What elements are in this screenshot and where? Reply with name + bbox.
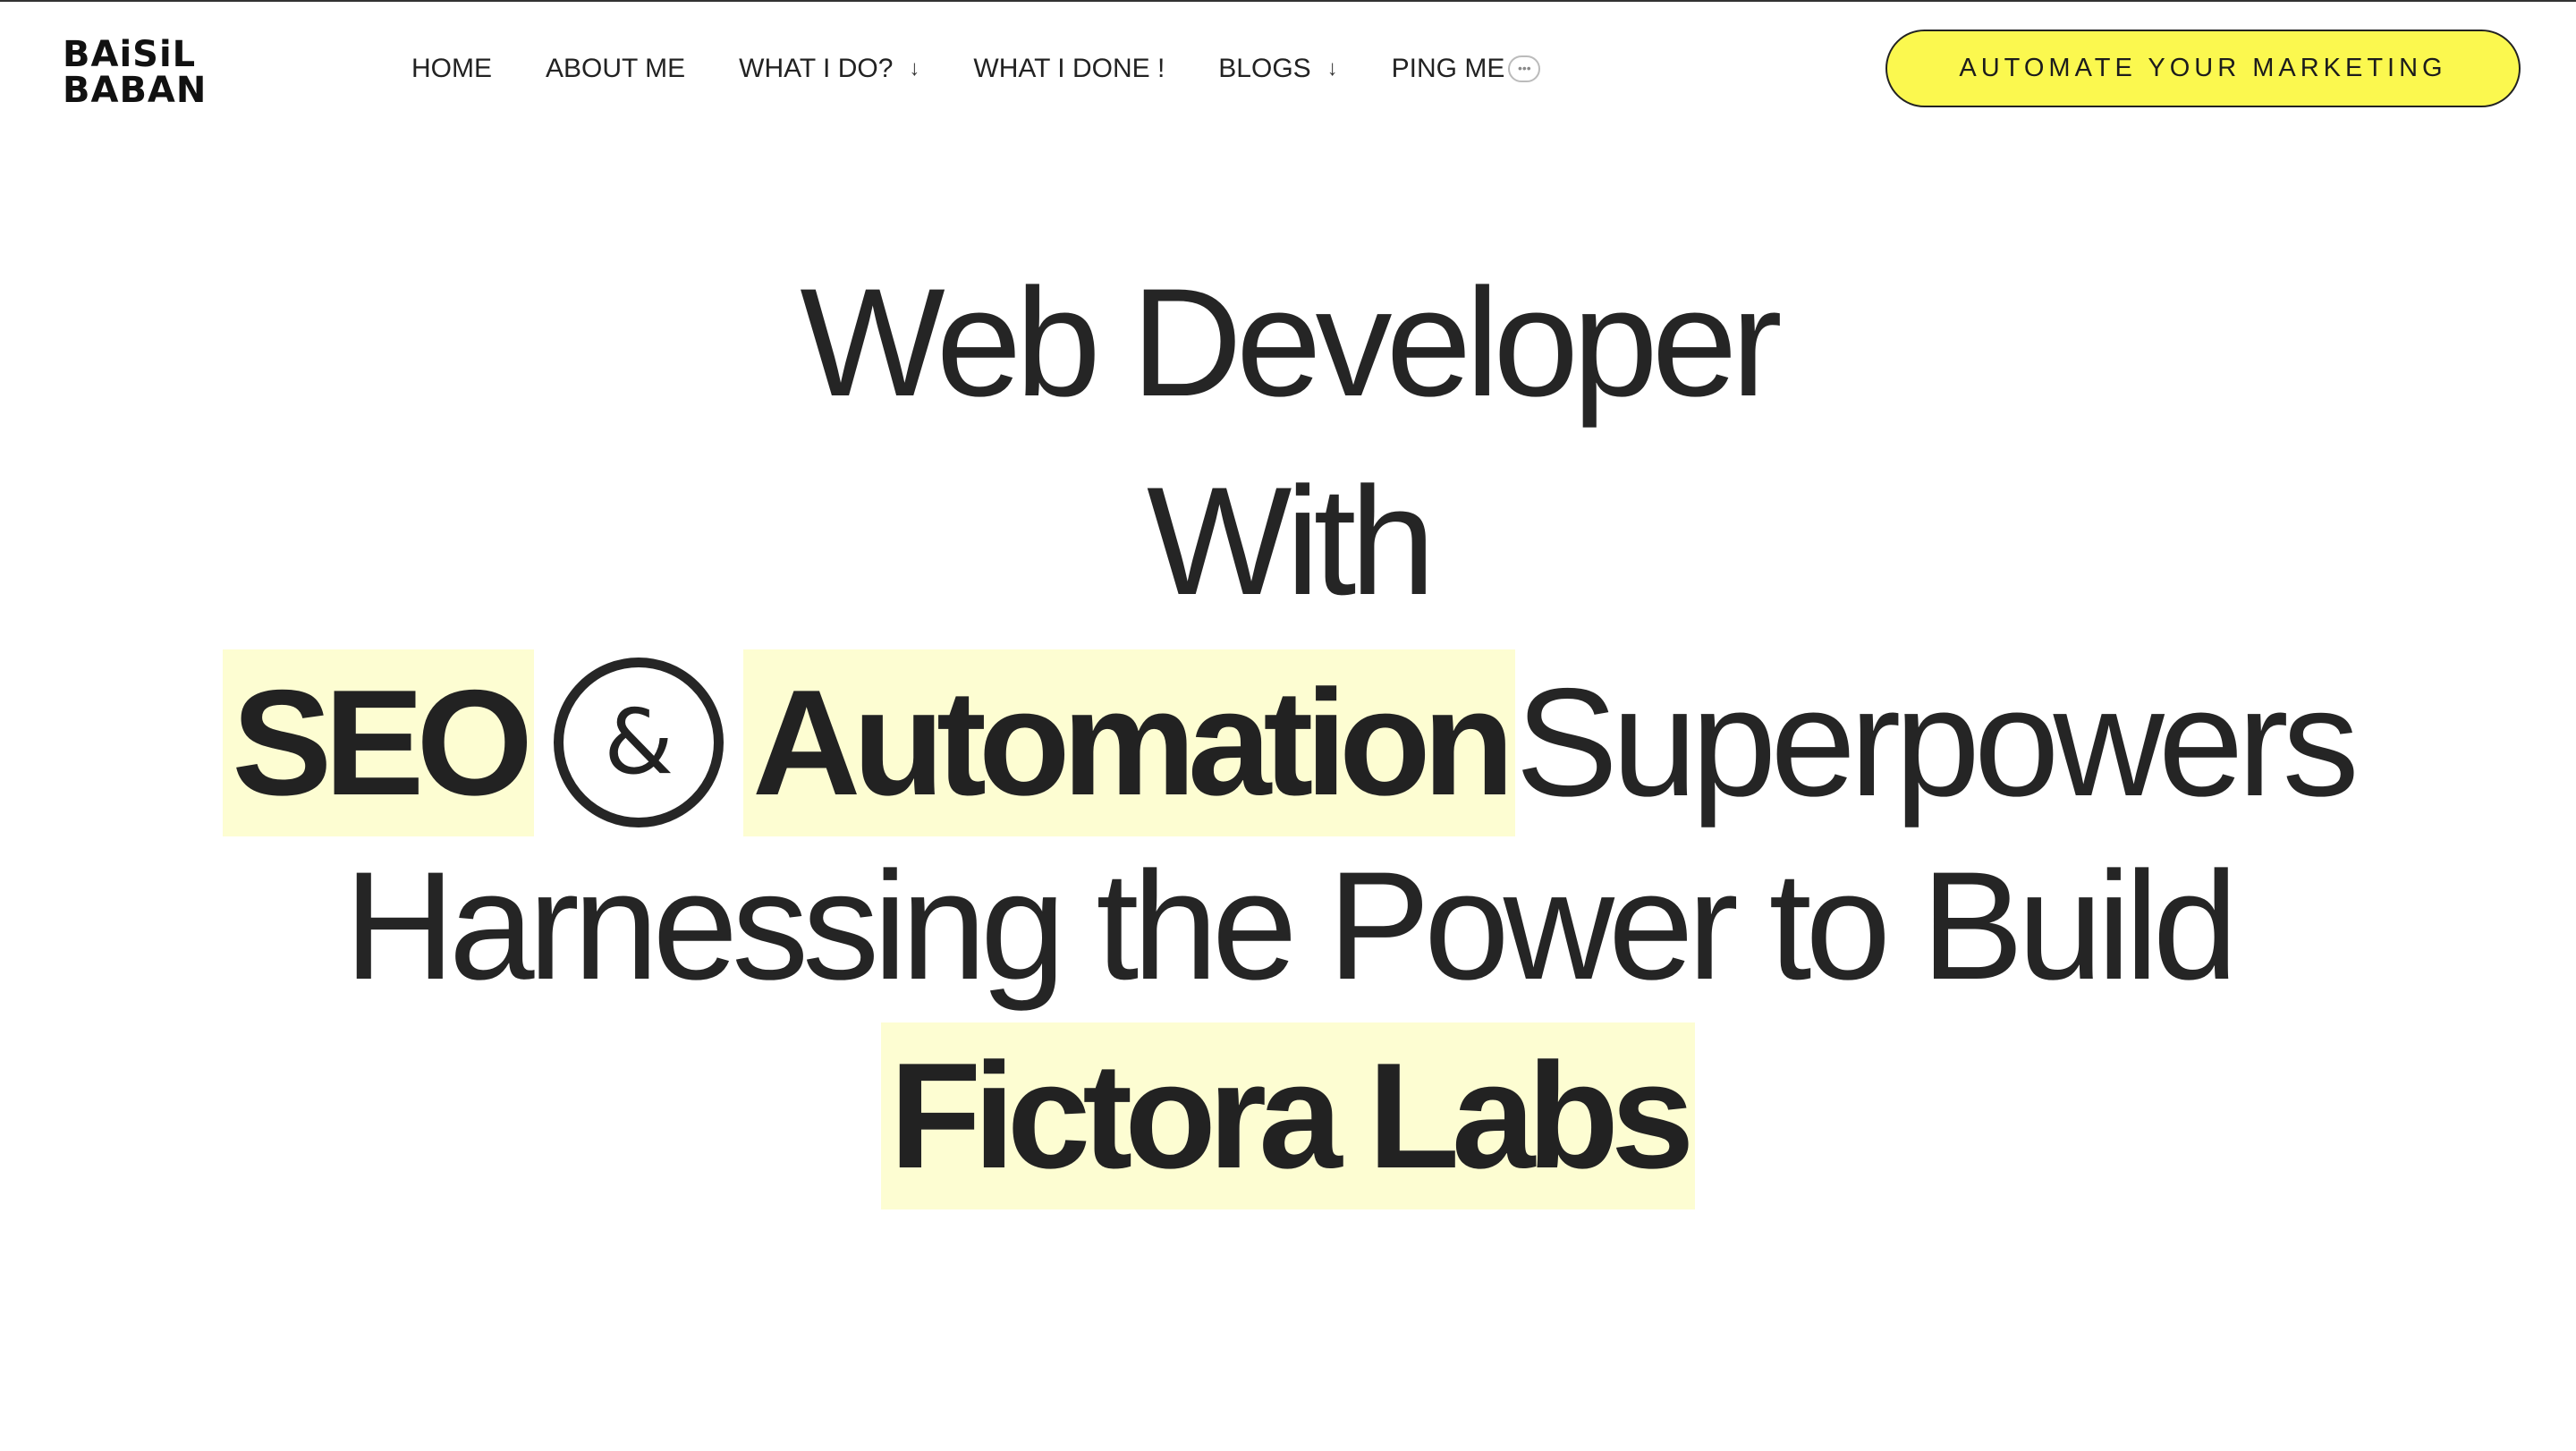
site-logo[interactable]: BAiSiL BABAN	[63, 36, 215, 109]
automation-highlight: Automation	[743, 649, 1516, 836]
nav-what-i-done[interactable]: WHAT I DONE !	[973, 54, 1165, 84]
hero-superpowers: Superpowers	[1515, 657, 2359, 828]
hero-harnessing: Harnessing the Power to Build	[343, 840, 2239, 1012]
brand-highlight: Fictora Labs	[880, 1022, 1696, 1209]
arrow-down-icon: ↓	[1326, 56, 1338, 81]
hero-line-3: SEO & Automation Superpowers	[0, 649, 2576, 836]
nav-what-i-do[interactable]: WHAT I DO? ↓	[739, 54, 919, 84]
site-header: BAiSiL BABAN HOME ABOUT ME WHAT I DO? ↓ …	[0, 2, 2576, 134]
hero-section: Web Developer With SEO & Automation Supe…	[0, 250, 2576, 1235]
nav-home[interactable]: HOME	[411, 54, 492, 84]
ampersand-circle-icon: &	[554, 658, 724, 827]
nav-about-me-label: ABOUT ME	[546, 54, 686, 83]
arrow-down-icon: ↓	[909, 56, 920, 81]
logo-line-2: BABAN	[63, 70, 208, 111]
hero-line-2: With	[0, 455, 2576, 627]
hero-with: With	[1147, 455, 1436, 627]
nav-ping-me[interactable]: PING ME •••	[1392, 54, 1541, 84]
automate-marketing-label: AUTOMATE YOUR MARKETING	[1959, 54, 2447, 82]
hero-line-4: Harnessing the Power to Build	[0, 840, 2576, 1012]
nav-what-i-do-label: WHAT I DO?	[739, 54, 894, 83]
nav-about-me[interactable]: ABOUT ME	[546, 54, 685, 84]
seo-highlight: SEO	[223, 649, 535, 836]
hero-line-1: Web Developer	[0, 257, 2576, 429]
nav-blogs[interactable]: BLOGS ↓	[1218, 54, 1337, 84]
nav-blogs-label: BLOGS	[1218, 54, 1311, 83]
hero-web-developer: Web Developer	[800, 257, 1782, 429]
nav-ping-me-label: PING ME	[1391, 54, 1505, 83]
nav-home-label: HOME	[411, 54, 492, 83]
chat-bubble-icon: •••	[1508, 55, 1541, 82]
logo-line-1: BAiSiL	[63, 34, 197, 75]
automate-marketing-button[interactable]: AUTOMATE YOUR MARKETING	[1885, 30, 2521, 107]
nav-what-i-done-label: WHAT I DONE !	[973, 54, 1165, 83]
main-nav: HOME ABOUT ME WHAT I DO? ↓ WHAT I DONE !…	[411, 47, 1594, 91]
hero-line-5: Fictora Labs	[0, 1022, 2576, 1209]
